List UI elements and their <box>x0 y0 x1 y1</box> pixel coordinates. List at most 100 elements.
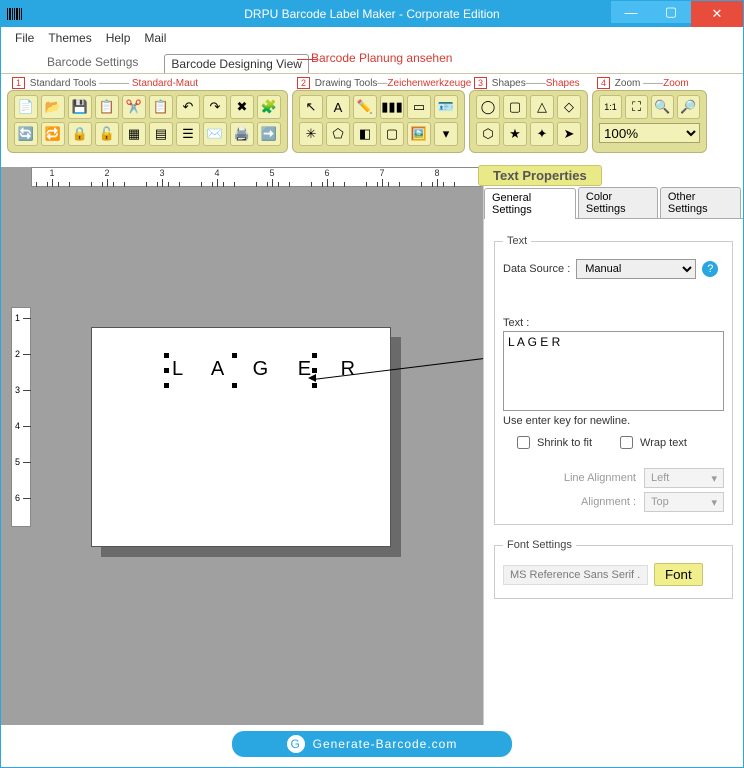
callout-3: 3 <box>474 77 487 89</box>
lock-icon[interactable]: 🔒 <box>68 122 92 146</box>
star-path-icon[interactable]: ✳ <box>299 122 323 146</box>
redo-icon[interactable]: ↷ <box>203 95 227 119</box>
sel-handle[interactable] <box>232 353 237 358</box>
group-drawing-tools: 2 Drawing Tools—Zeichenwerkzeuge ↖ A ✏️ … <box>292 90 465 153</box>
grid-icon[interactable]: ▦ <box>122 122 146 146</box>
card-tool-icon[interactable]: 🪪 <box>434 95 458 119</box>
callout-1: 1 <box>12 77 25 89</box>
menubar: File Themes Help Mail <box>1 27 743 49</box>
group-label-en: Shapes <box>492 78 526 89</box>
callout-2: 2 <box>297 77 310 89</box>
tab-general-settings[interactable]: General Settings <box>484 188 576 219</box>
annotation-arrow-head <box>308 374 316 382</box>
pointer-icon[interactable]: ↖ <box>299 95 323 119</box>
delete-icon[interactable]: ✖ <box>230 95 254 119</box>
rotate-left-icon[interactable]: 🔄 <box>14 122 38 146</box>
diamond-icon[interactable]: ◇ <box>557 95 581 119</box>
maximize-button[interactable]: ▢ <box>651 1 691 23</box>
tab-color-settings[interactable]: Color Settings <box>578 187 658 218</box>
more-icon[interactable]: ▾ <box>434 122 458 146</box>
help-icon[interactable]: ? <box>702 261 718 277</box>
legend-font: Font Settings <box>503 539 576 551</box>
undo-icon[interactable]: ↶ <box>176 95 200 119</box>
arrow-shape-icon[interactable]: ➤ <box>557 122 581 146</box>
group-standard-tools: 1 Standard Tools ——— Standard-Maut 📄 📂 💾… <box>7 90 288 153</box>
fieldset-font: Font Settings MS Reference Sans Serif . … <box>494 539 733 599</box>
print-icon[interactable]: 🖨️ <box>230 122 254 146</box>
sparkle-icon[interactable]: ✦ <box>530 122 554 146</box>
cut-icon[interactable]: ✂️ <box>122 95 146 119</box>
sel-handle[interactable] <box>312 353 317 358</box>
design-canvas[interactable]: L A G E R <box>91 327 391 547</box>
panel-tabs: General Settings Color Settings Other Se… <box>484 187 743 219</box>
menu-help[interactable]: Help <box>106 31 131 45</box>
unlock-icon[interactable]: 🔓 <box>95 122 119 146</box>
align-icon[interactable]: ☰ <box>176 122 200 146</box>
canvas-text-object[interactable]: L A G E R <box>172 358 367 381</box>
group-label-de: Zoom <box>663 78 689 89</box>
zoom-fit-icon[interactable]: ⛶ <box>625 95 648 119</box>
group-label-de: Zeichenwerkzeuge <box>387 78 471 89</box>
sel-handle[interactable] <box>312 368 317 373</box>
image-icon[interactable]: 🖼️ <box>407 122 431 146</box>
star-icon[interactable]: ★ <box>503 122 527 146</box>
footer-brand: G Generate-Barcode.com <box>232 731 512 757</box>
tool-icon[interactable]: 🧩 <box>257 95 281 119</box>
font-name-display: MS Reference Sans Serif . <box>503 565 648 585</box>
pencil-icon[interactable]: ✏️ <box>353 95 377 119</box>
text-input[interactable]: L A G E R <box>503 331 724 411</box>
wrap-checkbox[interactable]: Wrap text <box>616 433 687 452</box>
group-zoom: 4 Zoom ——Zoom 1:1 ⛶ 🔍 🔎 100% <box>592 90 707 153</box>
triangle-icon[interactable]: △ <box>530 95 554 119</box>
panel-body: Text Data Source : Manual ? Text : L A G… <box>484 219 743 623</box>
tab-barcode-settings[interactable]: Barcode Settings <box>41 53 144 73</box>
text-label: Text : <box>503 317 529 329</box>
copy-icon[interactable]: 📋 <box>95 95 119 119</box>
fieldset-text: Text Data Source : Manual ? Text : L A G… <box>494 235 733 525</box>
brand-icon: G <box>287 735 305 753</box>
sel-handle[interactable] <box>232 383 237 388</box>
app-icon <box>7 8 22 20</box>
close-button[interactable]: ✕ <box>691 1 743 27</box>
sel-handle[interactable] <box>164 368 169 373</box>
menu-themes[interactable]: Themes <box>48 31 91 45</box>
minimize-button[interactable]: — <box>611 1 651 23</box>
group-label-en: Drawing Tools <box>315 78 378 89</box>
mail-icon[interactable]: ✉️ <box>203 122 227 146</box>
new-icon[interactable]: 📄 <box>14 95 38 119</box>
ellipse-icon[interactable]: ◯ <box>476 95 500 119</box>
rect-tool-icon[interactable]: ▭ <box>407 95 431 119</box>
datasource-select[interactable]: Manual <box>576 259 696 279</box>
shape1-icon[interactable]: ⬠ <box>326 122 350 146</box>
shrink-checkbox[interactable]: Shrink to fit <box>513 433 592 452</box>
menu-file[interactable]: File <box>15 31 34 45</box>
app-window: DRPU Barcode Label Maker - Corporate Edi… <box>0 0 744 768</box>
save-icon[interactable]: 💾 <box>68 95 92 119</box>
open-icon[interactable]: 📂 <box>41 95 65 119</box>
rounded-rect-icon[interactable]: ▢ <box>503 95 527 119</box>
paste-icon[interactable]: 📋 <box>149 95 173 119</box>
sel-handle[interactable] <box>164 383 169 388</box>
sel-handle[interactable] <box>312 383 317 388</box>
menu-mail[interactable]: Mail <box>144 31 166 45</box>
shape2-icon[interactable]: ◧ <box>353 122 377 146</box>
font-button[interactable]: Font <box>654 563 703 586</box>
rotate-right-icon[interactable]: 🔁 <box>41 122 65 146</box>
zoom-out-icon[interactable]: 🔎 <box>677 95 700 119</box>
legend-text: Text <box>503 235 531 247</box>
barcode-tool-icon[interactable]: ▮▮▮ <box>380 95 404 119</box>
text-icon[interactable]: A <box>326 95 350 119</box>
tab-designing-view[interactable]: Barcode Designing View <box>164 54 309 74</box>
callout-4: 4 <box>597 77 610 89</box>
zoom-actual-icon[interactable]: 1:1 <box>599 95 622 119</box>
ribbon: 1 Standard Tools ——— Standard-Maut 📄 📂 💾… <box>1 73 743 167</box>
main-tabs: Barcode Settings Barcode Designing View … <box>1 49 743 73</box>
zoom-select[interactable]: 100% <box>599 123 700 143</box>
zoom-in-icon[interactable]: 🔍 <box>651 95 674 119</box>
hex-icon[interactable]: ⬡ <box>476 122 500 146</box>
frame-icon[interactable]: ▢ <box>380 122 404 146</box>
table-icon[interactable]: ▤ <box>149 122 173 146</box>
tab-other-settings[interactable]: Other Settings <box>660 187 741 218</box>
export-icon[interactable]: ➡️ <box>257 122 281 146</box>
sel-handle[interactable] <box>164 353 169 358</box>
